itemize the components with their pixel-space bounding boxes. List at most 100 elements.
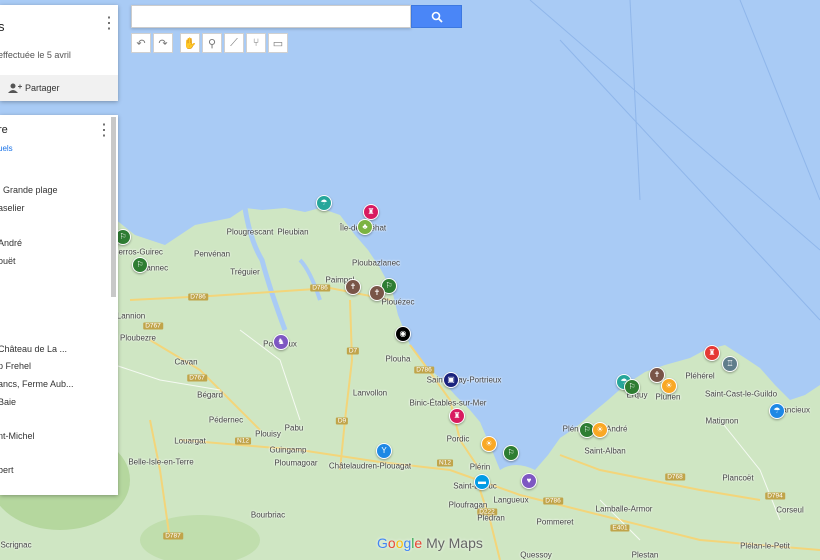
car-icon: ▬ — [478, 477, 486, 486]
hiking-icon: ⚐ — [628, 382, 636, 391]
search-icon — [431, 11, 443, 23]
chess-marker[interactable]: ♞ — [273, 334, 289, 350]
castle-marker[interactable]: ♜ — [363, 204, 379, 220]
layer-menu-icon[interactable]: ⋮ — [96, 123, 112, 139]
road-label: D787 — [163, 532, 183, 540]
place-label: Lannion — [116, 311, 146, 321]
layer-item[interactable]: Château de La ... — [0, 344, 67, 354]
layer-item[interactable]: : Grande plage — [0, 185, 58, 195]
place-label: Ploubazlanec — [351, 258, 401, 268]
camera-icon: ▣ — [447, 375, 455, 384]
cross-marker[interactable]: ✝ — [369, 285, 385, 301]
layer-style-link[interactable]: uels — [0, 144, 13, 153]
layer-title[interactable]: re — [0, 124, 8, 136]
road-label: D768 — [665, 473, 685, 481]
castle-marker[interactable]: ♜ — [704, 345, 720, 361]
layer-item[interactable]: aselier — [0, 203, 25, 213]
layer-scrollbar[interactable] — [111, 117, 116, 297]
road-label: D786 — [543, 497, 563, 505]
share-button[interactable]: Partager — [25, 83, 60, 93]
beach-umbrella-icon: ☂ — [773, 406, 781, 415]
hiking-marker[interactable]: ⚐ — [624, 379, 640, 395]
castle-marker[interactable]: ♜ — [449, 408, 465, 424]
cocktail-icon: Y — [381, 446, 387, 455]
beach-marker[interactable]: ☀ — [481, 436, 497, 452]
place-label: Belle-Isle-en-Terre — [128, 457, 194, 467]
layer-item[interactable]: bert — [0, 465, 14, 475]
beach-icon: ☀ — [596, 425, 604, 434]
map-canvas[interactable] — [0, 0, 820, 560]
place-label: Saint-Alban — [584, 446, 626, 456]
marker-icon[interactable]: ⚲ — [202, 33, 222, 53]
heart-marker[interactable]: ♥ — [521, 473, 537, 489]
map-menu-icon[interactable]: ⋮ — [101, 16, 117, 32]
layer-item[interactable]: ancs, Ferme Aub... — [0, 379, 74, 389]
beach-icon: ☀ — [665, 381, 673, 390]
road-label: N12 — [235, 437, 251, 445]
place-label: Matignon — [705, 416, 739, 426]
road-label: D7 — [346, 347, 360, 355]
car-marker[interactable]: ▬ — [474, 474, 490, 490]
park-marker[interactable]: ♣ — [357, 219, 373, 235]
place-label: Châtelaudren-Plouagat — [328, 461, 412, 471]
park-icon: ♣ — [362, 222, 368, 231]
map-title[interactable]: s — [0, 19, 5, 34]
place-label: Guingamp — [269, 445, 307, 455]
road-label: E401 — [610, 524, 630, 532]
polyline-icon[interactable]: ⟋ — [224, 33, 244, 53]
place-label: Penvénan — [193, 249, 231, 259]
place-label: Plélan-le-Petit — [740, 541, 790, 551]
place-label: Plérin — [469, 462, 491, 472]
ruler-icon[interactable]: ▭ — [268, 33, 288, 53]
directions-icon[interactable]: ⑂ — [246, 33, 266, 53]
hand-icon[interactable]: ✋ — [180, 33, 200, 53]
viewpoint-icon: ◉ — [399, 329, 407, 338]
hiking-icon: ⚐ — [583, 425, 591, 434]
place-label: Pédernec — [208, 415, 244, 425]
cross-icon: ✝ — [349, 282, 357, 291]
map-toolbar: ↶ ↷ ✋ ⚲ ⟋ ⑂ ▭ — [131, 33, 288, 53]
place-label: Pabu — [284, 423, 304, 433]
search-button[interactable] — [411, 5, 462, 28]
map-info-panel: s ⋮ effectuée le 5 avril Partager — [0, 5, 118, 101]
place-label: Plouisy — [255, 429, 281, 439]
place-label: Pleubian — [277, 227, 309, 237]
cross-icon: ✝ — [373, 288, 381, 297]
google-my-maps-logo: Google My Maps — [377, 535, 483, 551]
beach-umbrella-marker[interactable]: ☂ — [769, 403, 785, 419]
heart-icon: ♥ — [526, 476, 532, 485]
place-label: Plouha — [385, 354, 411, 364]
camera-marker[interactable]: ▣ — [443, 372, 459, 388]
place-label: Scrignac — [0, 540, 32, 550]
cocktail-marker[interactable]: Y — [376, 443, 392, 459]
layer-item[interactable]: André — [0, 238, 22, 248]
place-label: Ploufragan — [448, 500, 488, 510]
undo-icon[interactable]: ↶ — [131, 33, 151, 53]
road-label: D786 — [310, 284, 330, 292]
layer-item[interactable]: p Frehel — [0, 361, 31, 371]
road-label: N12 — [437, 459, 453, 467]
tower-marker[interactable]: ♖ — [722, 356, 738, 372]
place-label: Quessoy — [520, 550, 552, 560]
cross-marker[interactable]: ✝ — [345, 279, 361, 295]
beach-marker[interactable]: ☀ — [661, 378, 677, 394]
place-label: Perros-Guirec — [113, 247, 163, 257]
layer-item[interactable]: ouët — [0, 256, 16, 266]
beach-umbrella-marker[interactable]: ☂ — [316, 195, 332, 211]
chess-icon: ♞ — [277, 337, 285, 346]
place-label: Tréguier — [230, 267, 260, 277]
place-label: Saint-Quay-Portrieux — [426, 375, 502, 385]
layer-item[interactable]: nt-Michel — [0, 431, 35, 441]
place-label: Langueux — [493, 495, 529, 505]
hiking-marker[interactable]: ⚐ — [132, 257, 148, 273]
viewpoint-marker[interactable]: ◉ — [395, 326, 411, 342]
share-row[interactable]: Partager — [0, 75, 118, 101]
redo-icon[interactable]: ↷ — [153, 33, 173, 53]
beach-marker[interactable]: ☀ — [592, 422, 608, 438]
road-label: D786 — [188, 293, 208, 301]
beach-icon: ☀ — [485, 439, 493, 448]
place-label: Ploumagoar — [274, 458, 318, 468]
search-input[interactable] — [131, 5, 411, 28]
hiking-marker[interactable]: ⚐ — [503, 445, 519, 461]
layer-item[interactable]: Baie — [0, 397, 16, 407]
